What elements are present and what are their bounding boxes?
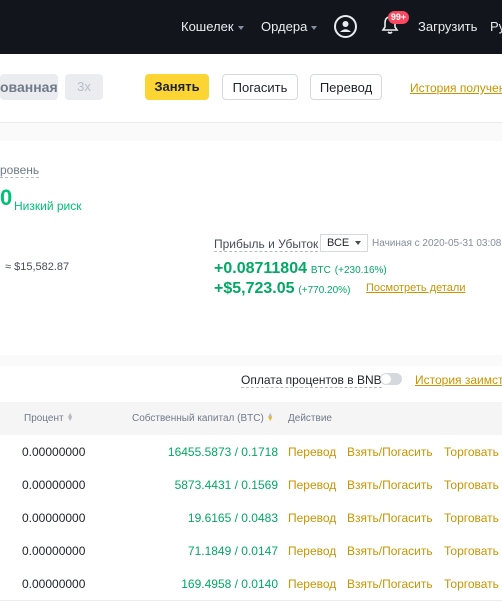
risk-status-text: Низкий риск (14, 199, 82, 213)
nav-orders-menu[interactable]: Ордера (261, 19, 318, 34)
column-header-percent[interactable]: Процент ▲ ▼ (24, 412, 74, 424)
row-transfer-link[interactable]: Перевод (288, 478, 336, 492)
pnl-btc-unit: BTC (310, 265, 331, 276)
pnl-btc-line: +0.08711804 BTC (+230.16%) (214, 260, 387, 278)
row-borrow-repay-link[interactable]: Взять/Погасить (347, 577, 433, 591)
borrow-button[interactable]: Занять (145, 74, 209, 100)
percent-cell: 0.00000000 (22, 478, 86, 492)
pnl-period-value: ВСЕ (327, 237, 350, 249)
equity-cell: 5873.4431 / 0.1569 (174, 478, 278, 492)
nav-wallet-menu[interactable]: Кошелек (181, 19, 244, 34)
pnl-usd-value: +$5,723.05 (214, 280, 295, 297)
nav-wallet-label: Кошелек (181, 19, 234, 34)
row-transfer-link[interactable]: Перевод (288, 544, 336, 558)
table-row: 0.00000000 16455.5873 / 0.1718 Перевод Взят… (0, 435, 502, 469)
nav-orders-label: Ордера (261, 19, 308, 34)
row-transfer-link[interactable]: Перевод (288, 511, 336, 525)
column-header-percent-label: Процент (24, 413, 64, 424)
risk-level-value: 0 (0, 185, 13, 210)
chevron-down-icon (355, 241, 361, 245)
pnl-since-date: Начиная с 2020-05-31 03:08 (372, 238, 502, 249)
bnb-interest-toggle[interactable] (380, 373, 402, 385)
equity-cell: 169.4958 / 0.0140 (181, 577, 278, 591)
equity-cell: 71.1849 / 0.0147 (187, 544, 278, 558)
row-trade-link[interactable]: Торговать (444, 577, 499, 591)
percent-cell: 0.00000000 (22, 577, 86, 591)
table-row: 0.00000000 5873.4431 / 0.1569 Перевод Взять… (0, 468, 502, 502)
nav-language-menu[interactable]: Ру (490, 19, 502, 34)
row-trade-link[interactable]: Торговать (444, 544, 499, 558)
table-row: 0.00000000 19.6165 / 0.0483 Перевод Взять/П… (0, 501, 502, 535)
interest-history-link[interactable]: История заимств (415, 373, 502, 387)
pnl-btc-value: +0.08711804 (214, 260, 307, 277)
pnl-usd-line: +$5,723.05 (+770.20%) (214, 280, 350, 298)
total-equity-usd: ≈ $15,582.87 (5, 261, 70, 273)
percent-cell: 0.00000000 (22, 511, 86, 525)
toggle-knob (381, 374, 391, 384)
leverage-button[interactable]: 3x (65, 74, 103, 100)
row-trade-link[interactable]: Торговать (444, 478, 499, 492)
table-row: 0.00000000 71.1849 / 0.0147 Перевод Взять/П… (0, 534, 502, 568)
pnl-btc-percent: (+230.16%) (334, 265, 387, 276)
borrow-history-link[interactable]: История получен (410, 81, 502, 95)
sort-icon: ▲ ▼ (66, 412, 74, 424)
row-borrow-repay-link[interactable]: Взять/Погасить (347, 445, 433, 459)
row-borrow-repay-link[interactable]: Взять/Погасить (347, 511, 433, 525)
table-row: 0.00000000 169.4958 / 0.0140 Перевод Взять/… (0, 567, 502, 601)
nav-download-link[interactable]: Загрузить (418, 19, 477, 34)
pnl-details-link[interactable]: Посмотреть детали (366, 282, 465, 294)
risk-level-label: ровень (0, 163, 40, 178)
row-transfer-link[interactable]: Перевод (288, 577, 336, 591)
row-trade-link[interactable]: Торговать (444, 445, 499, 459)
column-header-equity[interactable]: Собственный капитал (BTC) ▲ ▼ (132, 412, 274, 424)
row-borrow-repay-link[interactable]: Взять/Погасить (347, 544, 433, 558)
row-borrow-repay-link[interactable]: Взять/Погасить (347, 478, 433, 492)
notifications-count-badge: 99+ (388, 11, 409, 24)
pnl-period-select[interactable]: ВСЕ (320, 234, 368, 252)
chevron-down-icon (311, 25, 318, 30)
margin-mode-tab[interactable]: ованная (0, 74, 58, 100)
chevron-down-icon (237, 25, 244, 30)
sort-icon: ▲ ▼ (266, 412, 274, 424)
percent-cell: 0.00000000 (22, 544, 86, 558)
column-header-equity-label: Собственный капитал (BTC) (132, 413, 264, 424)
user-avatar-icon[interactable] (334, 15, 357, 38)
pnl-label: Прибыль и Убыток (214, 237, 319, 252)
bnb-interest-label: Оплата процентов в BNB (241, 373, 382, 388)
row-trade-link[interactable]: Торговать (444, 511, 499, 525)
repay-button[interactable]: Погасить (222, 74, 298, 100)
pnl-usd-percent: (+770.20%) (298, 285, 351, 296)
column-header-action: Действие (288, 413, 332, 424)
user-glyph (340, 21, 351, 32)
equity-cell: 16455.5873 / 0.1718 (167, 445, 278, 459)
equity-cell: 19.6165 / 0.0483 (187, 511, 278, 525)
transfer-button[interactable]: Перевод (310, 74, 382, 100)
row-transfer-link[interactable]: Перевод (288, 445, 336, 459)
percent-cell: 0.00000000 (22, 445, 86, 459)
